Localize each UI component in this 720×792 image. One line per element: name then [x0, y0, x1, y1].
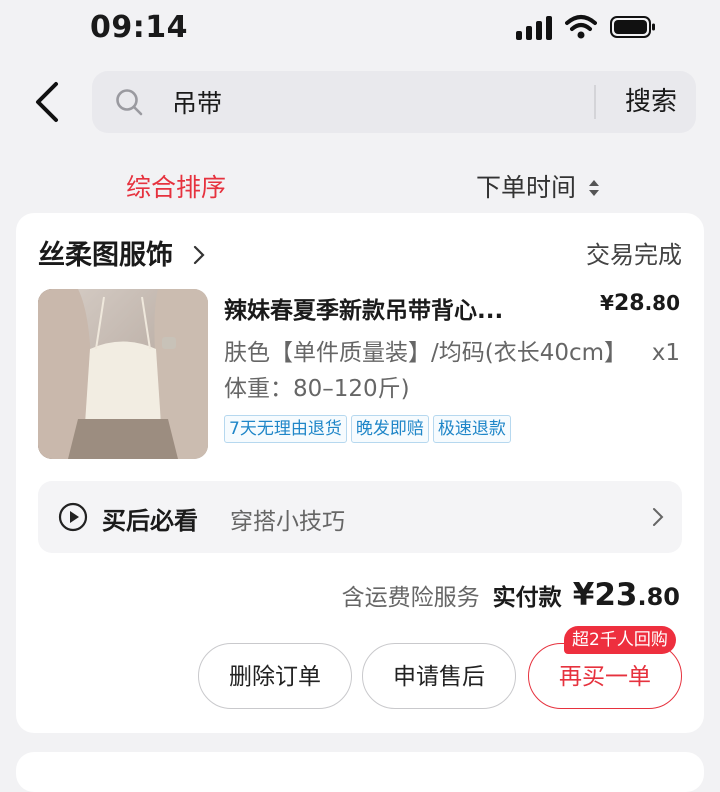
search-divider [594, 85, 596, 119]
play-icon [58, 502, 88, 532]
cellular-signal-icon [516, 16, 554, 40]
sort-tab-order-time-label: 下单时间 [476, 173, 577, 202]
sort-tab-comprehensive[interactable]: 综合排序 [126, 168, 226, 204]
product-price: ¥28.80 [600, 291, 680, 316]
service-tag: 晚发即赔 [350, 415, 429, 443]
service-tag: 7天无理由退货 [224, 415, 347, 443]
sort-arrows-icon [588, 180, 599, 196]
paid-integer: 23 [594, 577, 638, 613]
search-button[interactable]: 搜索 [606, 71, 696, 133]
wifi-icon [565, 15, 597, 39]
battery-icon [610, 16, 655, 38]
chevron-right-icon [194, 245, 205, 265]
tips-bar[interactable]: 买后必看 穿搭小技巧 [38, 481, 682, 553]
paid-cents: .80 [637, 583, 680, 611]
order-card: 丝柔图服饰 交易完成 辣妹春夏季新款吊带背心... ¥28.80 肤色【单件质量… [16, 213, 704, 733]
price-integer: 28 [613, 291, 645, 316]
search-input[interactable] [172, 81, 552, 123]
status-bar: 09:14 [0, 0, 720, 60]
sort-tab-order-time[interactable]: 下单时间 [476, 168, 600, 204]
service-tags: 7天无理由退货 晚发即赔 极速退款 [224, 415, 511, 443]
price-symbol: ¥ [600, 291, 614, 315]
chevron-right-icon [653, 508, 664, 526]
price-cents: .80 [644, 291, 680, 315]
service-tag: 极速退款 [432, 415, 511, 443]
shipping-insurance-text: 含运费险服务 [341, 585, 480, 611]
status-time: 09:14 [90, 10, 188, 45]
next-order-card [16, 752, 704, 792]
search-icon [116, 89, 143, 116]
tips-subtitle: 穿搭小技巧 [230, 509, 345, 535]
paid-symbol: ¥ [572, 577, 595, 613]
search-bar[interactable]: 搜索 [92, 71, 696, 133]
product-spec: 肤色【单件质量装】/均码(衣长40cm】体重：80–120斤) [224, 340, 616, 402]
order-status: 交易完成 [586, 241, 682, 269]
after-sale-button[interactable]: 申请售后 [362, 643, 516, 709]
rebuy-badge: 超2千人回购 [564, 626, 676, 654]
product-image[interactable] [38, 289, 208, 459]
paid-label: 实付款 [492, 585, 562, 611]
payment-row: 含运费险服务 实付款 ¥23.80 [342, 577, 680, 613]
paid-amount: ¥23.80 [573, 577, 680, 613]
shop-name: 丝柔图服饰 [38, 240, 173, 271]
product-title[interactable]: 辣妹春夏季新款吊带背心... [224, 291, 554, 325]
product-photo [38, 289, 208, 459]
product-quantity: x1 [651, 340, 680, 366]
shop-link[interactable]: 丝柔图服饰 [38, 233, 206, 272]
delete-order-button[interactable]: 删除订单 [198, 643, 352, 709]
tips-title: 买后必看 [102, 507, 198, 535]
back-arrow-icon[interactable] [28, 80, 68, 124]
